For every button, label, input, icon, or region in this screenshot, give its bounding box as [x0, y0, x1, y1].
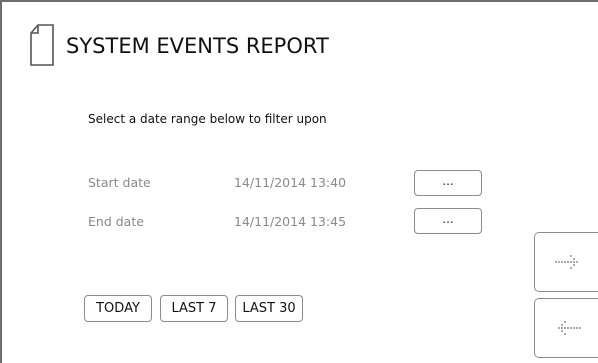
- today-button[interactable]: TODAY: [84, 295, 152, 322]
- back-button[interactable]: [534, 298, 598, 358]
- end-date-value: 14/11/2014 13:45: [234, 214, 347, 229]
- next-button[interactable]: [534, 232, 598, 292]
- start-date-value: 14/11/2014 13:40: [234, 175, 347, 190]
- document-icon: [30, 24, 54, 66]
- end-date-picker-button[interactable]: ...: [414, 208, 482, 234]
- dotted-arrow-left-icon: [557, 321, 581, 335]
- start-date-label: Start date: [88, 175, 151, 190]
- instruction-text: Select a date range below to filter upon: [88, 112, 327, 126]
- dotted-arrow-right-icon: [554, 255, 578, 269]
- end-date-label: End date: [88, 214, 144, 229]
- last-7-button[interactable]: LAST 7: [160, 295, 228, 322]
- report-window: SYSTEM EVENTS REPORT Select a date range…: [0, 0, 598, 363]
- last-30-button[interactable]: LAST 30: [235, 295, 303, 322]
- start-date-picker-button[interactable]: ...: [414, 170, 482, 196]
- page-title: SYSTEM EVENTS REPORT: [66, 34, 329, 58]
